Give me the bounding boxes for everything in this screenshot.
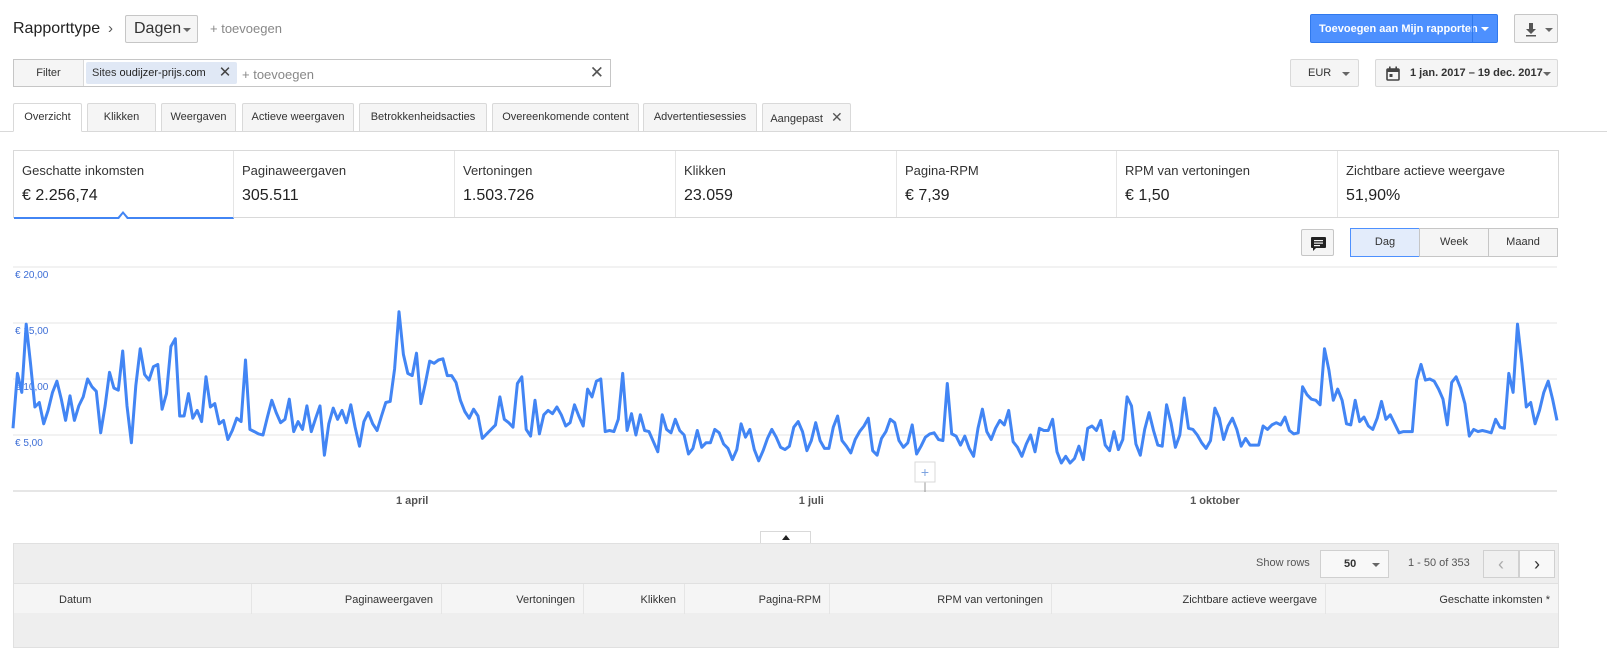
chevron-down-icon [1543, 72, 1551, 76]
rows-per-page-select[interactable]: 50 [1320, 550, 1389, 578]
chevron-down-icon [183, 28, 191, 32]
scorecard-estimated-earnings[interactable]: Geschatte inkomsten € 2.256,74 [14, 151, 234, 219]
download-icon [1526, 23, 1553, 37]
column-header-estimated-earnings[interactable]: Geschatte inkomsten * [1326, 584, 1558, 614]
table-header-row: Datum Paginaweergaven Vertoningen Klikke… [14, 583, 1558, 614]
earnings-series-line [11, 310, 1559, 465]
annotation-button[interactable] [1301, 229, 1334, 256]
column-header-page-rpm[interactable]: Pagina-RPM [685, 584, 830, 614]
report-table: Show rows 50 1 - 50 of 353 ‹ › Datum Pag… [13, 543, 1559, 648]
plus-icon: + [921, 464, 929, 480]
chevron-right-icon: › [1534, 554, 1540, 574]
scorecard-active-view-viewable[interactable]: Zichtbare actieve weergave 51,90% [1338, 151, 1558, 217]
report-type-label: Rapporttype [13, 20, 101, 37]
x-axis: 1 april 1 juli 1 oktober [13, 490, 1557, 507]
close-icon[interactable]: ✕ [219, 62, 232, 84]
column-header-impressions[interactable]: Vertoningen [442, 584, 584, 614]
chevron-down-icon[interactable] [1481, 27, 1489, 31]
triangle-up-icon [782, 535, 790, 540]
chevron-down-icon [1342, 72, 1350, 76]
scorecard-name: Zichtbare actieve weergave [1346, 163, 1505, 178]
column-header-clicks[interactable]: Klikken [584, 584, 685, 614]
download-button[interactable] [1514, 14, 1558, 43]
tab-overzicht[interactable]: Overzicht [13, 103, 82, 132]
comment-icon [1311, 237, 1326, 251]
date-range-value: 1 jan. 2017 – 19 dec. 2017 [1410, 67, 1543, 79]
tab-advertentiesessies[interactable]: Advertentiesessies [643, 103, 757, 132]
column-header-active-view[interactable]: Zichtbare actieve weergave [1052, 584, 1326, 614]
tab-aangepast[interactable]: Aangepast ✕ [762, 103, 851, 132]
scorecard-name: Paginaweergaven [242, 163, 347, 178]
scorecard-impression-rpm[interactable]: RPM van vertoningen € 1,50 [1117, 151, 1338, 217]
tab-overeenkomende-content[interactable]: Overeenkomende content [492, 103, 639, 132]
granularity-day-button[interactable]: Dag [1350, 228, 1420, 257]
granularity-week-button[interactable]: Week [1419, 228, 1489, 257]
scorecard-value: € 2.256,74 [22, 187, 98, 204]
calendar-icon [1386, 66, 1400, 81]
close-icon[interactable]: ✕ [831, 109, 843, 125]
tab-aangepast-label: Aangepast [770, 113, 823, 125]
scorecard-value: 1.503.726 [463, 187, 535, 204]
column-header-date[interactable]: Datum [14, 584, 252, 614]
scorecard-name: Klikken [684, 163, 726, 178]
show-rows-label: Show rows [1256, 557, 1310, 569]
scorecard-value: 51,90% [1346, 187, 1401, 204]
clear-filter-icon[interactable]: ✕ [590, 63, 604, 83]
filter-bar: Filter Sites oudijzer-prijs.com ✕ + toev… [13, 59, 611, 87]
scorecard-name: RPM van vertoningen [1125, 163, 1251, 178]
tab-betrokkenheidsacties[interactable]: Betrokkenheidsacties [359, 103, 487, 132]
scorecard-clicks[interactable]: Klikken 23.059 [676, 151, 897, 217]
scorecard-page-rpm[interactable]: Pagina-RPM € 7,39 [897, 151, 1117, 217]
previous-page-button[interactable]: ‹ [1483, 550, 1519, 578]
rows-per-page-value: 50 [1344, 558, 1357, 570]
filter-chip-value: oudijzer-prijs.com [119, 67, 206, 79]
add-to-my-reports-button[interactable]: Toevoegen aan Mijn rapporten [1310, 14, 1498, 43]
scorecard-value: € 1,50 [1125, 187, 1170, 204]
filter-label[interactable]: Filter [14, 60, 84, 86]
filter-chip[interactable]: Sites oudijzer-prijs.com ✕ [86, 62, 238, 84]
tab-klikken[interactable]: Klikken [87, 103, 156, 132]
scorecard-name: Vertoningen [463, 163, 533, 178]
tab-weergaven[interactable]: Weergaven [161, 103, 236, 132]
add-annotation-marker[interactable]: + [914, 461, 936, 492]
currency-value: EUR [1308, 67, 1332, 79]
add-dimension-link[interactable]: + toevoegen [210, 21, 282, 36]
y-tick-label: € 5,00 [15, 438, 43, 449]
granularity-month-button[interactable]: Maand [1488, 228, 1558, 257]
filter-add-input[interactable]: + toevoegen [242, 67, 314, 82]
scorecard-name: Geschatte inkomsten [22, 163, 145, 178]
scorecard-value: € 7,39 [905, 187, 950, 204]
scorecard-name: Pagina-RPM [905, 163, 979, 178]
group-by-value: Dagen [134, 20, 182, 37]
column-header-impression-rpm[interactable]: RPM van vertoningen [830, 584, 1052, 614]
filter-chip-key: Sites [92, 67, 117, 79]
currency-select[interactable]: EUR [1290, 59, 1359, 87]
chevron-down-icon [1372, 563, 1380, 567]
scorecard-value: 23.059 [684, 187, 733, 204]
next-page-button[interactable]: › [1519, 550, 1555, 578]
scorecard-row: Geschatte inkomsten € 2.256,74 Paginawee… [13, 150, 1559, 219]
column-header-pageviews[interactable]: Paginaweergaven [252, 584, 442, 614]
x-tick-label: 1 oktober [1190, 495, 1240, 507]
add-to-my-reports-label: Toevoegen aan Mijn rapporten [1319, 23, 1478, 35]
chevron-right-icon: › [108, 20, 113, 37]
x-tick-label: 1 april [396, 495, 428, 507]
scorecard-value: 305.511 [242, 187, 299, 204]
chevron-left-icon: ‹ [1498, 554, 1504, 574]
scorecard-pageviews[interactable]: Paginaweergaven 305.511 [234, 151, 455, 217]
date-range-picker[interactable]: 1 jan. 2017 – 19 dec. 2017 [1375, 59, 1558, 87]
tab-actieve-weergaven[interactable]: Actieve weergaven [242, 103, 354, 132]
y-tick-label: € 15,00 [15, 326, 49, 337]
scorecard-impressions[interactable]: Vertoningen 1.503.726 [455, 151, 676, 217]
pagination-range: 1 - 50 of 353 [1408, 557, 1470, 569]
group-by-select[interactable]: Dagen [125, 15, 198, 43]
earnings-line-chart: € 5,00€ 10,00€ 15,00€ 20,00 1 april 1 jul… [11, 266, 1559, 507]
y-tick-label: € 20,00 [15, 270, 49, 281]
x-tick-label: 1 juli [799, 495, 824, 507]
